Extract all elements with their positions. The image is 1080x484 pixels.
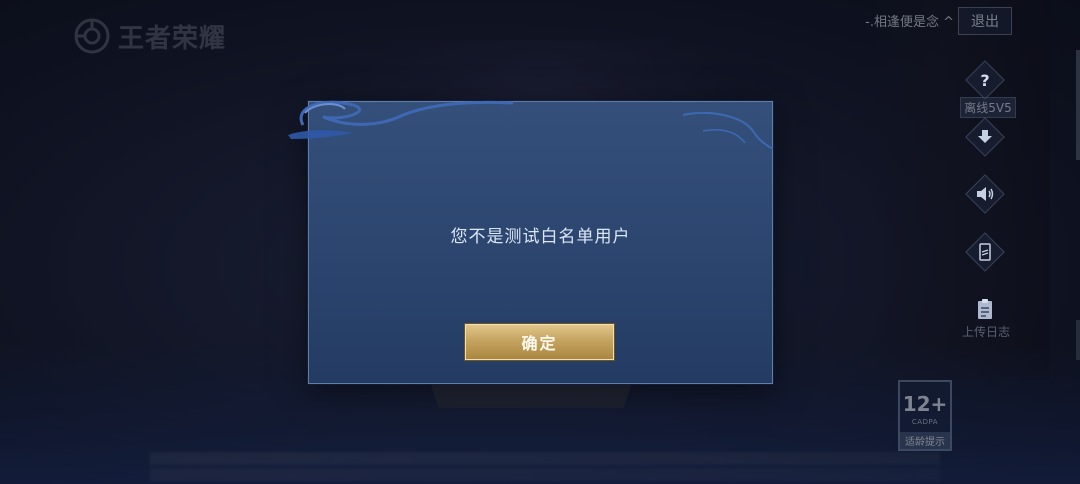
question-icon: ? <box>980 71 989 89</box>
card-icon <box>979 243 991 261</box>
download-icon <box>978 130 992 143</box>
dialog-message: 您不是测试白名单用户 <box>450 227 631 247</box>
clipboard-icon <box>978 299 992 319</box>
confirm-button[interactable]: 确定 <box>465 324 614 360</box>
svg-text:?: ? <box>980 71 989 89</box>
alert-dialog: 您不是测试白名单用户 确定 <box>308 101 773 384</box>
speaker-icon <box>977 187 994 201</box>
